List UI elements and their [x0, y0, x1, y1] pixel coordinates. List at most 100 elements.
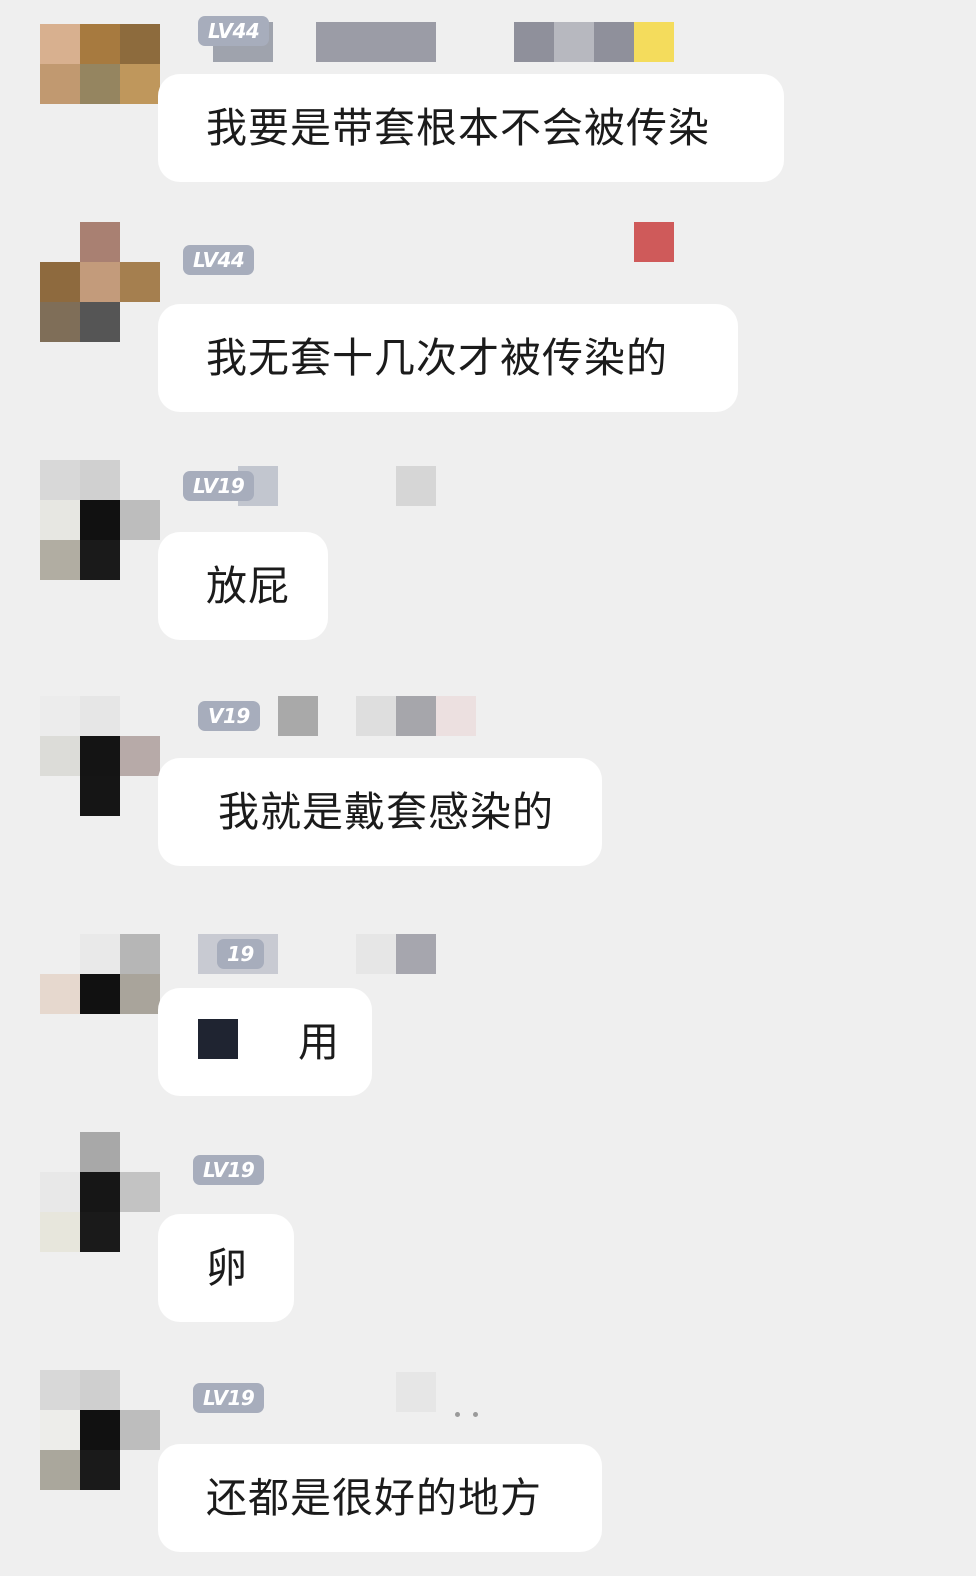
username-mosaic[interactable] [634, 222, 674, 262]
avatar-pixel [40, 1172, 80, 1212]
message-text: 我就是戴套感染的 [218, 788, 554, 836]
username-mosaic[interactable] [316, 22, 436, 62]
level-badge: LV19 [183, 471, 255, 501]
avatar-pixel [120, 1212, 160, 1252]
username-mosaic[interactable] [594, 22, 634, 62]
message-bubble[interactable]: 用 [158, 988, 372, 1096]
username-mosaic[interactable] [396, 466, 436, 506]
username-mosaic[interactable] [356, 696, 396, 736]
user-meta: LV44 [183, 16, 703, 62]
message-text: 我无套十几次才被传染的 [206, 334, 668, 382]
avatar-pixel [80, 1172, 120, 1212]
avatar-pixel [80, 460, 120, 500]
user-meta: LV19 [183, 1150, 703, 1190]
avatar-pixel [40, 222, 80, 262]
avatar-pixel [80, 696, 120, 736]
message-text: 用 [298, 1018, 340, 1066]
username-mosaic[interactable] [514, 22, 554, 62]
avatar-pixel [40, 776, 80, 816]
mosaic-dot [455, 1412, 460, 1417]
username-mosaic[interactable] [278, 696, 318, 736]
avatar-pixel [120, 1370, 160, 1410]
user-avatar[interactable] [40, 696, 160, 816]
avatar-pixel [80, 934, 120, 974]
level-badge: LV44 [198, 16, 270, 46]
chat-message: LV19 卵 [0, 1132, 976, 1360]
message-bubble[interactable]: 我就是戴套感染的 [158, 758, 602, 866]
avatar-pixel [120, 934, 160, 974]
avatar-pixel [120, 222, 160, 262]
message-text: 我要是带套根本不会被传染 [206, 104, 710, 152]
avatar-pixel [80, 302, 120, 342]
avatar-pixel [120, 540, 160, 580]
chat-message: LV44 我无套十几次才被传染的 [0, 222, 976, 450]
avatar-pixel [80, 974, 120, 1014]
avatar-pixel [120, 1450, 160, 1490]
avatar-pixel [80, 222, 120, 262]
avatar-pixel [40, 262, 80, 302]
avatar-pixel [40, 302, 80, 342]
user-meta: V19 [183, 696, 703, 736]
user-avatar[interactable] [40, 24, 160, 142]
chat-message: LV44 我要是带套根本不会被传染 [0, 0, 976, 228]
message-bubble[interactable]: 我无套十几次才被传染的 [158, 304, 738, 412]
user-meta: LV44 [183, 222, 703, 280]
avatar-pixel [80, 24, 120, 64]
username-mosaic[interactable] [554, 22, 594, 62]
user-avatar[interactable] [40, 934, 160, 1052]
chat-message: LV19 还都是很好的地方 [0, 1370, 976, 1576]
chat-message: V19 我就是戴套感染的 [0, 696, 976, 924]
avatar-pixel [40, 736, 80, 776]
avatar-pixel [40, 540, 80, 580]
avatar-pixel [40, 1450, 80, 1490]
username-mosaic[interactable] [396, 696, 436, 736]
level-badge: LV19 [193, 1383, 265, 1413]
user-meta: 19 [183, 934, 703, 974]
avatar-pixel [40, 24, 80, 64]
username-mosaic[interactable] [396, 934, 436, 974]
avatar-pixel [40, 460, 80, 500]
message-bubble[interactable]: 卵 [158, 1214, 294, 1322]
avatar-pixel [40, 1370, 80, 1410]
avatar-pixel [120, 1172, 160, 1212]
avatar-pixel [80, 1212, 120, 1252]
user-meta: LV19 [183, 466, 703, 506]
username-mosaic[interactable] [436, 696, 476, 736]
user-avatar[interactable] [40, 1132, 160, 1252]
level-badge: LV44 [183, 245, 255, 275]
user-avatar[interactable] [40, 1370, 160, 1490]
avatar-pixel [80, 1450, 120, 1490]
avatar-pixel [80, 64, 120, 104]
level-badge: 19 [217, 939, 264, 969]
avatar-pixel [120, 1410, 160, 1450]
avatar-pixel [40, 1410, 80, 1450]
message-bubble[interactable]: 我要是带套根本不会被传染 [158, 74, 784, 182]
user-avatar[interactable] [40, 222, 160, 342]
avatar-pixel [120, 776, 160, 816]
username-mosaic[interactable] [396, 1372, 436, 1412]
user-meta: LV19 [183, 1372, 703, 1418]
avatar-pixel [120, 974, 160, 1014]
avatar-pixel [80, 1410, 120, 1450]
avatar-pixel [120, 64, 160, 104]
avatar-pixel [80, 1370, 120, 1410]
avatar-pixel [120, 262, 160, 302]
message-text: 还都是很好的地方 [206, 1474, 542, 1522]
message-bubble[interactable]: 放屁 [158, 532, 328, 640]
avatar-pixel [40, 974, 80, 1014]
message-bubble[interactable]: 还都是很好的地方 [158, 1444, 602, 1552]
avatar-pixel [120, 736, 160, 776]
avatar-pixel [80, 1132, 120, 1172]
chat-message: LV19 放屁 [0, 460, 976, 688]
avatar-pixel [40, 696, 80, 736]
message-text: 放屁 [206, 562, 290, 610]
username-mosaic[interactable] [356, 934, 396, 974]
mosaic-dot [473, 1412, 478, 1417]
avatar-pixel [40, 500, 80, 540]
user-avatar[interactable] [40, 460, 160, 580]
level-badge: V19 [198, 701, 260, 731]
avatar-pixel [80, 736, 120, 776]
username-mosaic[interactable] [634, 22, 674, 62]
avatar-pixel [120, 696, 160, 736]
avatar-pixel [80, 262, 120, 302]
